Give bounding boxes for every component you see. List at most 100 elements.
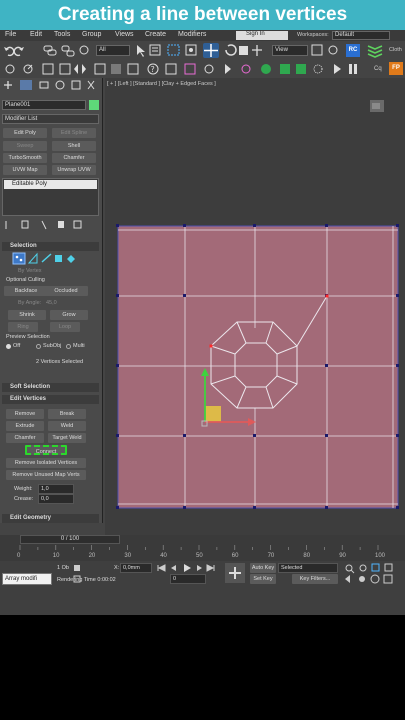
plugin-green-icon-3[interactable]	[296, 64, 306, 74]
hierarchy-tab-icon[interactable]	[39, 81, 49, 89]
vertex-mode-icon[interactable]	[12, 252, 26, 265]
goto-end-icon[interactable]	[206, 564, 215, 572]
remove-isolated-vertices-button[interactable]: Remove Isolated Vertices	[6, 458, 86, 468]
layer-explorer-icon[interactable]	[127, 63, 139, 75]
motion-tab-icon[interactable]	[55, 80, 65, 90]
lock-selection-icon[interactable]	[74, 565, 80, 571]
by-angle-value[interactable]: 45,0	[46, 300, 57, 306]
by-vertex-checkbox[interactable]: By Vertex	[18, 268, 42, 274]
soft-selection-rollout-header[interactable]: Soft Selection	[2, 383, 99, 392]
edit-vertices-rollout-header[interactable]: Edit Vertices	[2, 395, 99, 404]
fp-plugin-button[interactable]: FP	[389, 62, 403, 75]
reference-coordinate-dropdown[interactable]: View	[272, 45, 308, 56]
link-icon[interactable]	[43, 45, 57, 56]
crease-spinner[interactable]: 0,0	[38, 494, 74, 504]
bind-spacewarp-icon[interactable]	[79, 45, 89, 55]
element-mode-icon[interactable]	[67, 255, 75, 263]
border-mode-icon[interactable]	[41, 253, 52, 263]
polygon-mode-icon[interactable]	[55, 255, 62, 262]
selection-filter-dropdown[interactable]: All	[96, 45, 130, 56]
target-weld-button[interactable]: Target Weld	[48, 433, 86, 443]
next-frame-icon[interactable]	[197, 565, 202, 571]
viewcube-icon[interactable]	[370, 100, 384, 112]
unlink-icon[interactable]	[61, 45, 75, 57]
zoom-extents-icon[interactable]	[371, 563, 380, 572]
align-icon[interactable]	[94, 63, 106, 75]
occluded-button[interactable]: Occluded	[44, 286, 88, 296]
key-filters-button[interactable]: Key Filters...	[292, 574, 338, 584]
sweep-button[interactable]: Sweep	[3, 141, 47, 151]
spinner-snap-icon[interactable]	[59, 63, 71, 75]
preview-multi-radio[interactable]	[66, 344, 71, 349]
extrude-button[interactable]: Extrude	[6, 421, 44, 431]
pause-icon[interactable]	[349, 64, 357, 74]
workspace-dropdown[interactable]: Default	[332, 31, 390, 40]
plugin-green-icon-2[interactable]	[280, 64, 290, 74]
by-angle-checkbox[interactable]: By Angle:	[18, 300, 41, 306]
break-button[interactable]: Break	[48, 409, 86, 419]
add-keyframe-icon[interactable]	[225, 563, 245, 583]
stack-item-editable-poly[interactable]: Editable Poly	[4, 180, 97, 189]
chamfer-button[interactable]: Chamfer	[6, 433, 44, 443]
render-frame-icon[interactable]	[204, 64, 214, 74]
current-frame-field[interactable]: 0	[170, 574, 206, 584]
weight-spinner[interactable]: 1,0	[38, 484, 74, 494]
mirror-icon[interactable]	[74, 64, 86, 74]
orbit-icon[interactable]	[370, 574, 380, 584]
maximize-viewport-icon[interactable]	[383, 574, 393, 584]
material-editor-icon[interactable]	[165, 63, 177, 75]
make-unique-icon[interactable]	[41, 220, 47, 230]
menu-file[interactable]: File	[5, 31, 16, 38]
connect-button[interactable]: Connect	[25, 445, 67, 455]
zoom-all-icon[interactable]	[359, 564, 367, 572]
show-end-result-icon[interactable]	[21, 220, 29, 229]
fov-icon[interactable]	[345, 575, 350, 583]
unwrap-uvw-button[interactable]: Unwrap UVW	[52, 165, 96, 175]
grow-button[interactable]: Grow	[50, 310, 88, 320]
redo-icon[interactable]	[13, 46, 24, 57]
zoom-icon[interactable]	[345, 564, 355, 574]
shell-button[interactable]: Shell	[52, 141, 96, 151]
edge-mode-icon[interactable]	[27, 252, 38, 264]
set-key-button[interactable]: Set Key	[250, 574, 276, 584]
menu-tools[interactable]: Tools	[54, 31, 70, 38]
scene-explorer-icon[interactable]	[111, 64, 121, 74]
play-animation-icon[interactable]	[184, 564, 191, 572]
snap-icon[interactable]	[5, 64, 15, 74]
menu-modifiers[interactable]: Modifiers	[178, 31, 206, 38]
menu-edit[interactable]: Edit	[30, 31, 42, 38]
utilities-tab-icon[interactable]	[87, 80, 95, 90]
play-icon[interactable]	[334, 64, 341, 74]
x-coordinate-field[interactable]: 0,0mm	[120, 563, 152, 573]
key-selection-dropdown[interactable]: Selected	[278, 563, 338, 573]
menu-create[interactable]: Create	[145, 31, 166, 38]
turbosmooth-button[interactable]: TurboSmooth	[3, 153, 47, 163]
left-viewport[interactable]: [ + ] [Left ] [Standard ] [Clay + Edged …	[105, 78, 405, 535]
menu-views[interactable]: Views	[115, 31, 134, 38]
auto-key-button[interactable]: Auto Key	[250, 563, 276, 573]
zoom-extents-all-icon[interactable]	[384, 563, 393, 572]
edit-poly-button[interactable]: Edit Poly	[3, 128, 47, 138]
edit-spline-button[interactable]: Edit Spline	[52, 128, 96, 138]
ring-button[interactable]: Ring	[8, 322, 38, 332]
timeline-ruler[interactable]: 0 10 20 30 40 50 60 70 80 90 100	[0, 535, 405, 561]
angle-snap-icon[interactable]	[23, 64, 33, 74]
backface-button[interactable]: Backface	[4, 286, 48, 296]
plane-mesh[interactable]	[117, 225, 399, 509]
percent-snap-icon[interactable]	[42, 63, 54, 75]
pan-icon[interactable]	[359, 576, 365, 582]
configure-sets-icon[interactable]	[73, 220, 82, 229]
loop-button[interactable]: Loop	[50, 322, 80, 332]
undo-icon[interactable]	[4, 46, 15, 57]
preview-subobj-radio[interactable]	[36, 344, 41, 349]
shrink-button[interactable]: Shrink	[8, 310, 46, 320]
remove-modifier-icon[interactable]	[58, 221, 64, 228]
rc-plugin-button[interactable]: RC	[346, 44, 360, 57]
remove-button[interactable]: Remove	[6, 409, 44, 419]
modify-tab-icon[interactable]	[20, 80, 32, 90]
uvw-map-button[interactable]: UVW Map	[3, 165, 47, 175]
render-active-icon[interactable]	[241, 64, 251, 74]
help-icon[interactable]: ?	[147, 63, 159, 75]
preview-off-radio[interactable]	[6, 344, 11, 349]
sign-in-button[interactable]: Sign In	[236, 31, 288, 40]
